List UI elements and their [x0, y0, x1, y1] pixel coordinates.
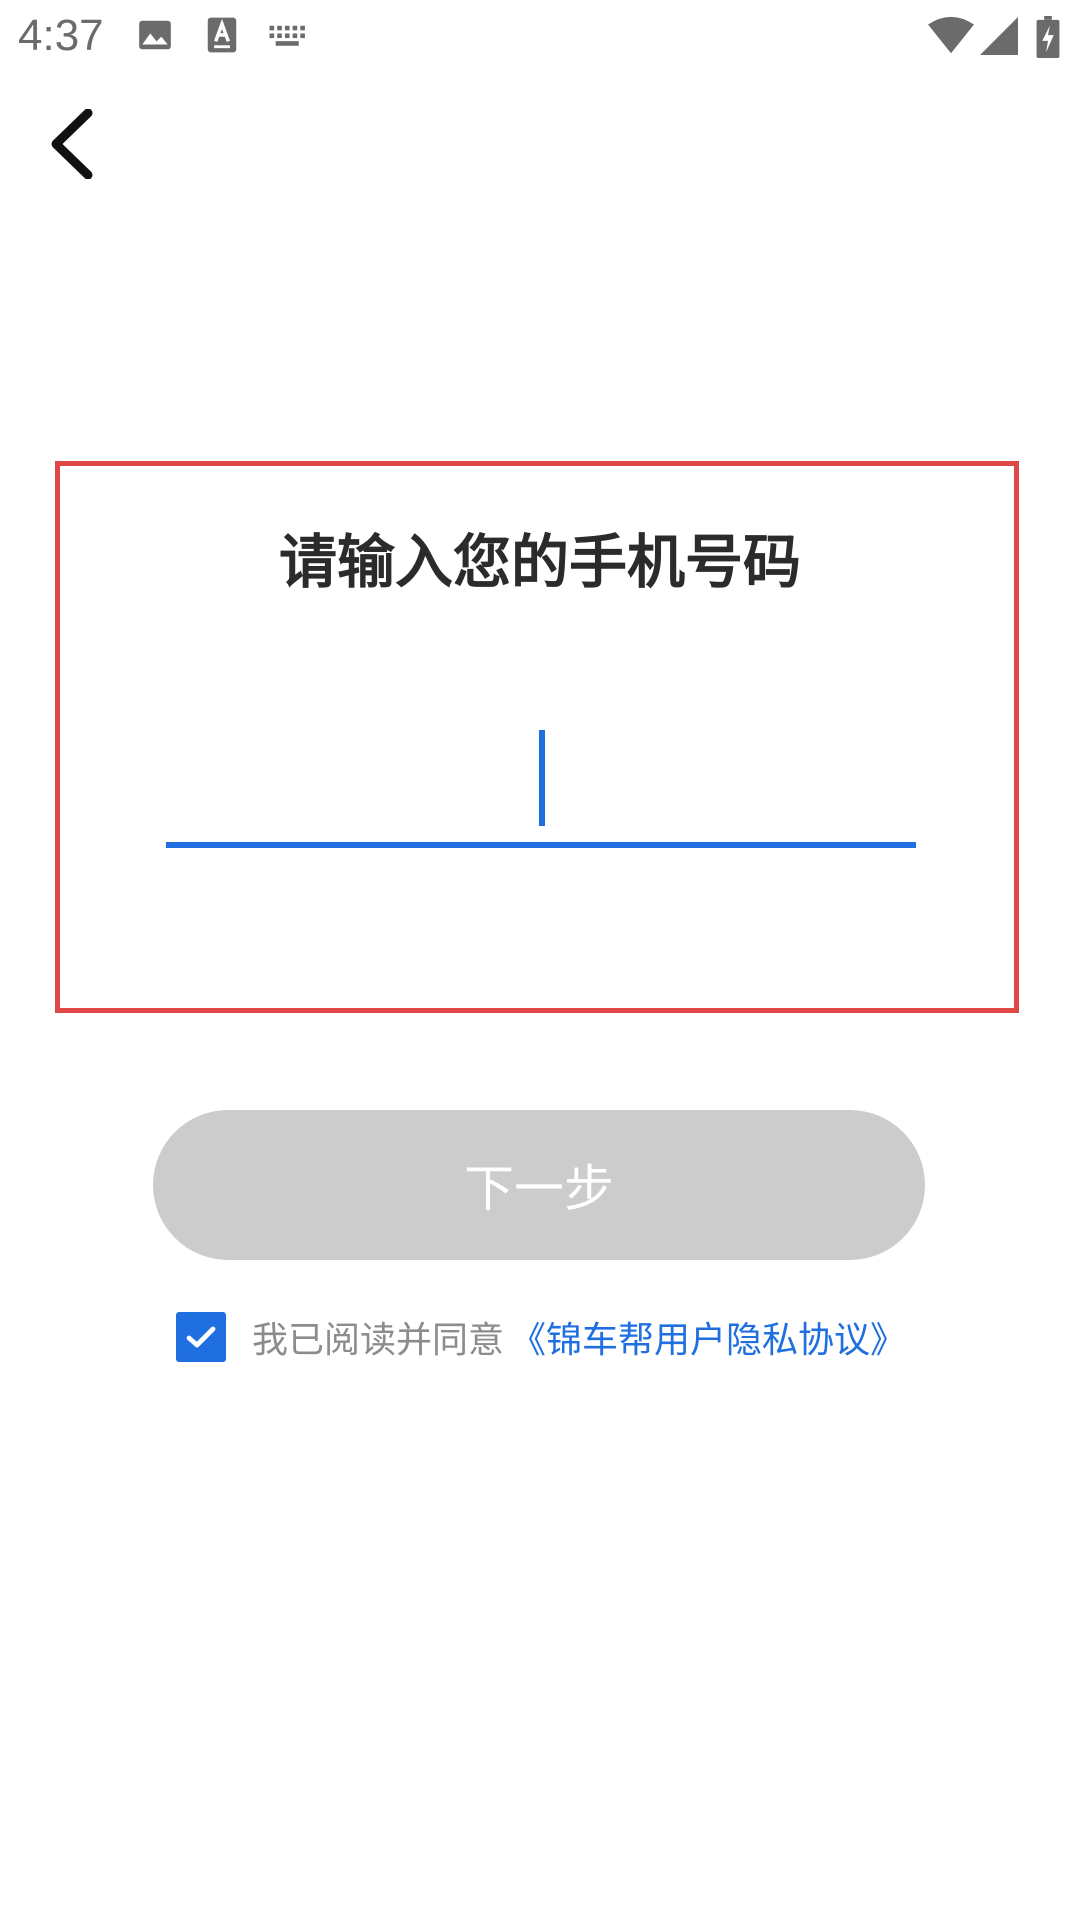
back-button[interactable] — [36, 104, 108, 184]
status-time: 4:37 — [18, 11, 104, 60]
privacy-agreement-link[interactable]: 《锦车帮用户隐私协议》 — [510, 1311, 906, 1363]
font-icon — [207, 17, 237, 53]
agreement-row: 我已阅读并同意 《锦车帮用户隐私协议》 — [176, 1312, 906, 1362]
keyboard-icon — [269, 25, 305, 46]
agreement-checkbox[interactable] — [176, 1312, 226, 1362]
text-caret — [539, 730, 545, 826]
phone-input-field[interactable] — [166, 718, 920, 850]
input-underline — [166, 842, 916, 848]
agreement-text: 我已阅读并同意 — [252, 1320, 505, 1361]
wifi-icon — [928, 16, 974, 54]
page-title: 请输入您的手机号码 — [278, 528, 801, 596]
signal-icon — [980, 17, 1018, 55]
gallery-icon — [139, 20, 171, 50]
next-step-button[interactable]: 下一步 — [153, 1110, 925, 1260]
chevron-left-icon — [51, 109, 93, 179]
status-bar: 4:37 — [0, 0, 1080, 72]
battery-charging-icon — [1036, 16, 1060, 58]
checkmark-icon — [186, 1326, 216, 1348]
